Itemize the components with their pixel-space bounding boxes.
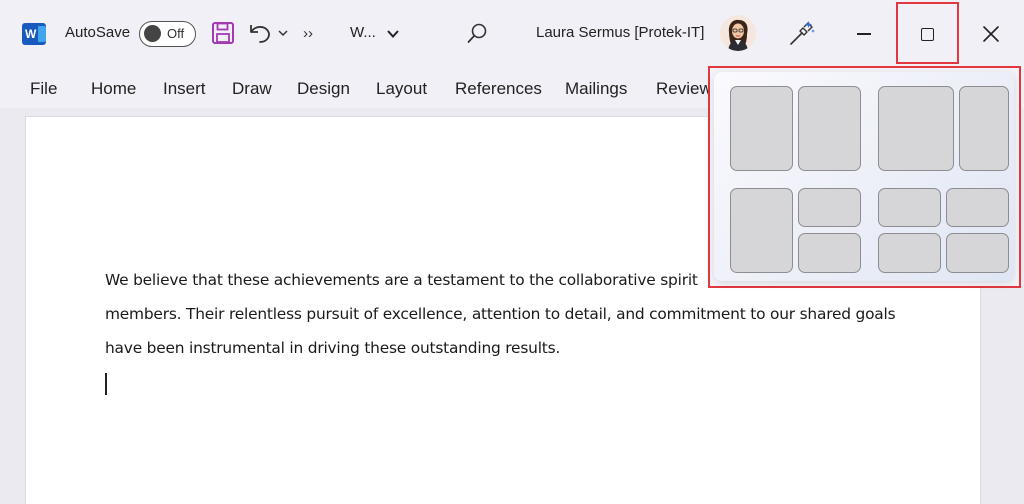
- maximize-button[interactable]: [896, 2, 959, 64]
- undo-icon[interactable]: [247, 21, 273, 45]
- snap-zone-quad-top-right[interactable]: [946, 188, 1009, 227]
- save-icon[interactable]: [211, 21, 235, 45]
- snap-zone-quad-bottom-right[interactable]: [946, 233, 1009, 273]
- tab-file[interactable]: File: [30, 79, 57, 99]
- autosave-state: Off: [167, 26, 185, 41]
- chevron-down-icon[interactable]: [277, 27, 289, 39]
- snap-zone-left-tall[interactable]: [730, 188, 793, 273]
- tab-layout[interactable]: Layout: [376, 79, 427, 99]
- user-name[interactable]: Laura Sermus [Protek-IT]: [536, 24, 704, 41]
- more-commands-icon[interactable]: ››: [303, 25, 313, 42]
- snap-layouts-panel: [714, 72, 1014, 281]
- search-icon[interactable]: [466, 22, 488, 46]
- tab-design[interactable]: Design: [297, 79, 350, 99]
- avatar[interactable]: [720, 15, 756, 51]
- tab-mailings[interactable]: Mailings: [565, 79, 627, 99]
- snap-zone-quad-bottom-left[interactable]: [878, 233, 941, 273]
- document-title[interactable]: W...: [350, 24, 376, 41]
- designer-wand-icon[interactable]: [787, 20, 815, 48]
- snap-zone-narrow-right[interactable]: [959, 86, 1009, 171]
- snap-zone-halves-left[interactable]: [730, 86, 793, 171]
- tab-review[interactable]: Review: [656, 79, 712, 99]
- text-cursor: [105, 373, 107, 395]
- chevron-down-icon[interactable]: [386, 28, 400, 40]
- avatar-image: [720, 15, 756, 51]
- tab-home[interactable]: Home: [91, 79, 136, 99]
- title-bar: W AutoSave Off ›› W... Laura Sermus [Pro…: [0, 0, 1024, 68]
- tab-references[interactable]: References: [455, 79, 542, 99]
- autosave-toggle[interactable]: Off: [139, 21, 196, 47]
- maximize-icon: [921, 28, 934, 41]
- tab-insert[interactable]: Insert: [163, 79, 206, 99]
- paragraph-line: have been instrumental in driving these …: [105, 339, 561, 357]
- minimize-icon: [857, 33, 871, 35]
- word-app-icon[interactable]: W: [22, 23, 46, 45]
- minimize-button[interactable]: [835, 0, 893, 66]
- toggle-knob: [144, 25, 161, 42]
- tab-draw[interactable]: Draw: [232, 79, 272, 99]
- snap-layouts-flyout: [708, 66, 1021, 288]
- snap-zone-halves-right[interactable]: [798, 86, 861, 171]
- autosave-label: AutoSave: [65, 24, 131, 41]
- snap-zone-right-bottom[interactable]: [798, 233, 861, 273]
- word-window: W AutoSave Off ›› W... Laura Sermus [Pro…: [0, 0, 1024, 504]
- close-button[interactable]: [962, 0, 1022, 66]
- snap-zone-right-top[interactable]: [798, 188, 861, 227]
- close-icon: [983, 26, 999, 42]
- paragraph-line: members. Their relentless pursuit of exc…: [105, 305, 896, 323]
- snap-zone-wide-left[interactable]: [878, 86, 954, 171]
- snap-zone-quad-top-left[interactable]: [878, 188, 941, 227]
